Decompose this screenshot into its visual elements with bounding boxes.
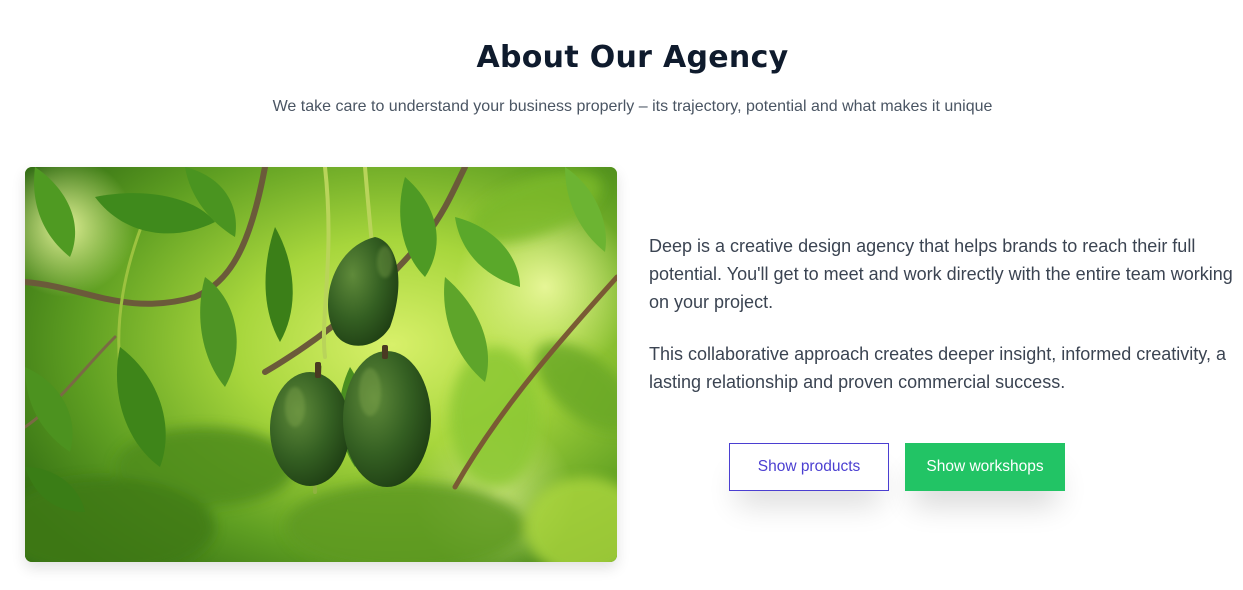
show-workshops-button[interactable]: Show workshops (905, 443, 1065, 491)
about-description: Deep is a creative design agency that he… (649, 232, 1234, 420)
section-subtitle: We take care to understand your business… (272, 98, 993, 115)
description-paragraph-1: Deep is a creative design agency that he… (649, 236, 1233, 312)
show-products-button[interactable]: Show products (729, 443, 889, 491)
section-title: About Our Agency (476, 40, 789, 75)
avocado-photo (25, 167, 617, 562)
description-paragraph-2: This collaborative approach creates deep… (649, 344, 1226, 392)
about-section: About Our Agency We take care to underst… (0, 0, 1243, 590)
